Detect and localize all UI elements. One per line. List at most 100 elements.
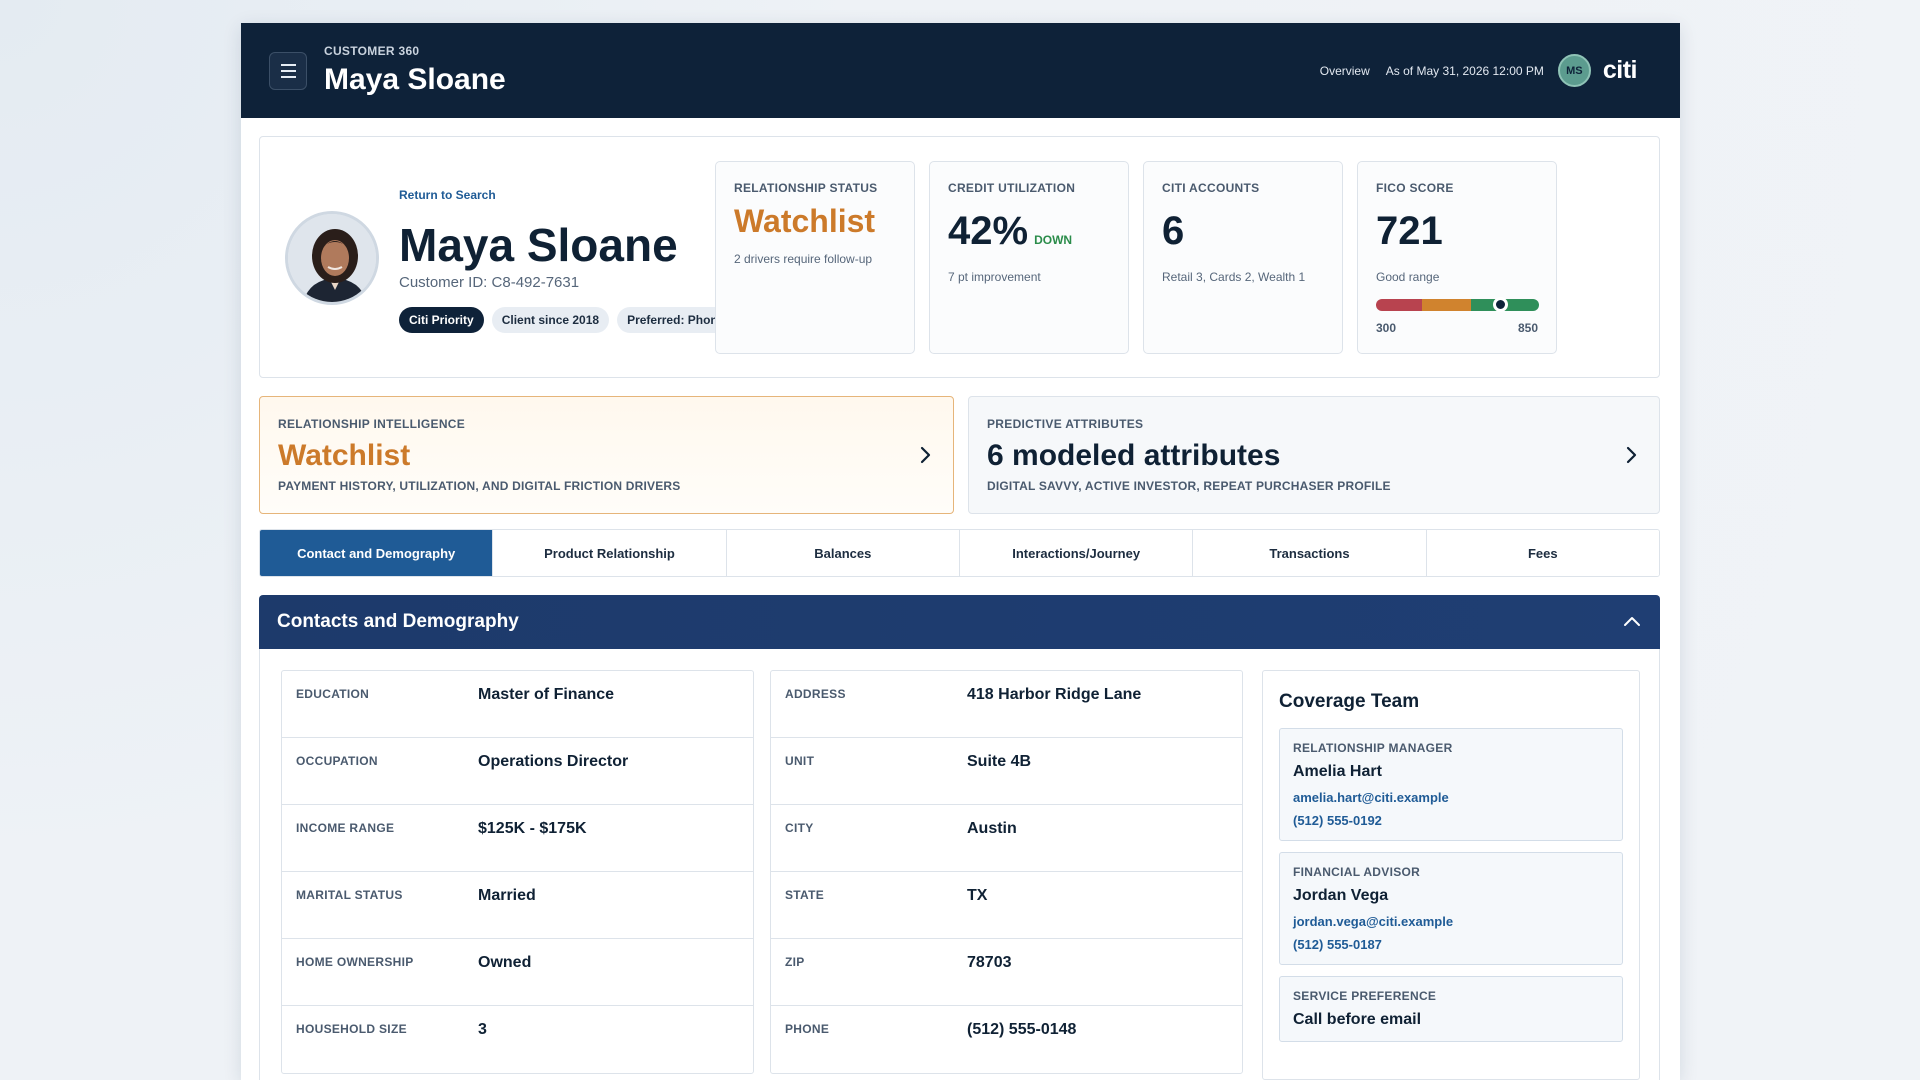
chevron-right-icon[interactable]	[1621, 445, 1641, 465]
table-row: ZIP 78703	[771, 939, 1242, 1006]
top-bar: CUSTOMER 360 Maya Sloane Overview As of …	[241, 23, 1680, 118]
field-label: HOUSEHOLD SIZE	[296, 1022, 407, 1036]
stat-credit-utilization: CREDIT UTILIZATION 42% DOWN 7 pt improvem…	[929, 161, 1129, 354]
stat-value: Watchlist	[734, 203, 876, 239]
fico-segment-poor	[1376, 299, 1422, 311]
service-preference-value: Call before email	[1293, 1011, 1422, 1028]
insight-subtitle: DIGITAL SAVVY, ACTIVE INVESTOR, REPEAT P…	[987, 479, 1391, 493]
table-row: PHONE (512) 555-0148	[771, 1006, 1242, 1073]
field-value: Austin	[967, 820, 1017, 837]
overview-link[interactable]: Overview	[1320, 64, 1370, 78]
coverage-team-title: Coverage Team	[1279, 691, 1420, 712]
email-link[interactable]: jordan.vega@citi.example	[1293, 914, 1609, 929]
customer-360-app: CUSTOMER 360 Maya Sloane Overview As of …	[241, 23, 1680, 1080]
tab-contact-and-demography[interactable]: Contact and Demography	[260, 530, 494, 576]
table-row: OCCUPATION Operations Director	[282, 738, 753, 805]
financial-advisor-card: FINANCIAL ADVISOR Jordan Vega jordan.veg…	[1279, 852, 1623, 965]
field-value: Suite 4B	[967, 753, 1032, 770]
customer-id: Customer ID: C8-492-7631	[399, 274, 580, 291]
user-avatar[interactable]: MS	[1557, 54, 1591, 87]
field-value: 418 Harbor Ridge Lane	[967, 686, 1142, 703]
hamburger-menu-icon[interactable]	[269, 51, 307, 90]
header-customer-name: Maya Sloane	[324, 63, 506, 96]
phone-link[interactable]: (512) 555-0192	[1293, 813, 1609, 828]
field-label: ADDRESS	[785, 687, 846, 701]
stat-label: CREDIT UTILIZATION	[948, 181, 1076, 195]
tab-transactions[interactable]: Transactions	[1193, 530, 1427, 576]
insight-title: Watchlist	[278, 439, 411, 472]
field-label: STATE	[785, 888, 825, 902]
table-row: HOUSEHOLD SIZE 3	[282, 1006, 753, 1073]
profile-tabs: Contact and Demography Product Relations…	[259, 529, 1660, 577]
customer-photo	[285, 211, 379, 305]
predictive-attributes-card[interactable]: PREDICTIVE ATTRIBUTES 6 modeled attribut…	[968, 396, 1660, 514]
fico-range-bar	[1376, 299, 1539, 311]
header-titles: CUSTOMER 360 Maya Sloane	[324, 44, 506, 97]
as-of-timestamp: As of May 31, 2026 12:00 PM	[1385, 63, 1544, 78]
field-value: (512) 555-0148	[967, 1021, 1077, 1038]
trend-badge: DOWN	[1034, 233, 1073, 247]
fico-segment-fair	[1421, 299, 1471, 311]
tab-interactions-journey[interactable]: Interactions/Journey	[959, 530, 1194, 576]
section-title: Contacts and Demography	[277, 611, 519, 632]
field-value: Operations Director	[478, 753, 629, 770]
section-body: EDUCATION Master of Finance OCCUPATION Ope…	[259, 649, 1660, 1080]
profile-name: Maya Sloane	[399, 219, 678, 271]
stat-label: FICO SCORE	[1376, 181, 1454, 195]
field-label: HOME OWNERSHIP	[296, 955, 414, 969]
chip-citi-priority: Citi Priority	[399, 307, 484, 333]
tab-product-relationship[interactable]: Product Relationship	[493, 530, 727, 576]
field-value: Married	[478, 887, 536, 904]
field-label: UNIT	[785, 754, 815, 768]
stat-value: 42%	[948, 209, 1029, 253]
demography-table: EDUCATION Master of Finance OCCUPATION Ope…	[281, 670, 754, 1074]
service-preference-card: SERVICE PREFERENCE Call before email	[1279, 976, 1623, 1042]
stat-note: 7 pt improvement	[948, 270, 1041, 284]
field-label: MARITAL STATUS	[296, 888, 403, 902]
field-label: CITY	[785, 821, 814, 835]
team-role: FINANCIAL ADVISOR	[1293, 865, 1421, 879]
tab-fees[interactable]: Fees	[1426, 530, 1659, 576]
team-member-name: Jordan Vega	[1293, 887, 1389, 904]
field-value: Owned	[478, 954, 532, 971]
tab-balances[interactable]: Balances	[726, 530, 960, 576]
insight-label: RELATIONSHIP INTELLIGENCE	[278, 417, 466, 431]
stat-label: RELATIONSHIP STATUS	[734, 181, 878, 195]
table-row: CITY Austin	[771, 805, 1242, 872]
relationship-intelligence-card[interactable]: RELATIONSHIP INTELLIGENCE Watchlist PAYM…	[259, 396, 954, 514]
stat-label: CITI ACCOUNTS	[1162, 181, 1260, 195]
return-to-search-link[interactable]: Return to Search	[399, 188, 496, 202]
field-value: 3	[478, 1021, 487, 1038]
field-label: PHONE	[785, 1022, 830, 1036]
contact-table: ADDRESS 418 Harbor Ridge Lane UNIT Suite 4…	[770, 670, 1243, 1074]
table-row: UNIT Suite 4B	[771, 738, 1242, 805]
email-link[interactable]: amelia.hart@citi.example	[1293, 790, 1609, 805]
profile-chips: Citi Priority Client since 2018 Preferre…	[399, 307, 735, 333]
field-value: TX	[967, 887, 988, 904]
stat-fico-score: FICO SCORE 721 Good range 300 850	[1357, 161, 1557, 354]
field-value: 78703	[967, 954, 1012, 971]
profile-card: Return to Search Maya Sloane Customer ID…	[259, 136, 1660, 378]
fico-max-label: 850	[1517, 321, 1538, 335]
stat-note: 2 drivers require follow-up	[734, 252, 873, 266]
chevron-right-icon[interactable]	[915, 445, 935, 465]
section-header[interactable]: Contacts and Demography	[259, 595, 1660, 649]
stat-note: Good range	[1376, 270, 1440, 284]
table-row: HOME OWNERSHIP Owned	[282, 939, 753, 1006]
stat-value: 721	[1376, 209, 1443, 253]
stat-value-row: 42% DOWN	[948, 209, 1110, 254]
stat-value: 6	[1162, 209, 1185, 253]
field-value: $125K - $175K	[478, 820, 587, 837]
field-label: EDUCATION	[296, 687, 370, 701]
chevron-up-icon[interactable]	[1622, 612, 1642, 632]
field-label: INCOME RANGE	[296, 821, 395, 835]
citi-logo: citi	[1602, 56, 1638, 84]
table-row: STATE TX	[771, 872, 1242, 939]
team-role: SERVICE PREFERENCE	[1293, 989, 1437, 1003]
table-row: EDUCATION Master of Finance	[282, 671, 753, 738]
phone-link[interactable]: (512) 555-0187	[1293, 937, 1609, 952]
insight-subtitle: PAYMENT HISTORY, UTILIZATION, AND DIGITA…	[278, 479, 681, 493]
stat-note: Retail 3, Cards 2, Wealth 1	[1162, 270, 1306, 284]
stat-relationship-status: RELATIONSHIP STATUS Watchlist 2 drivers …	[715, 161, 915, 354]
coverage-team-panel: Coverage Team RELATIONSHIP MANAGER Ameli…	[1262, 670, 1640, 1080]
